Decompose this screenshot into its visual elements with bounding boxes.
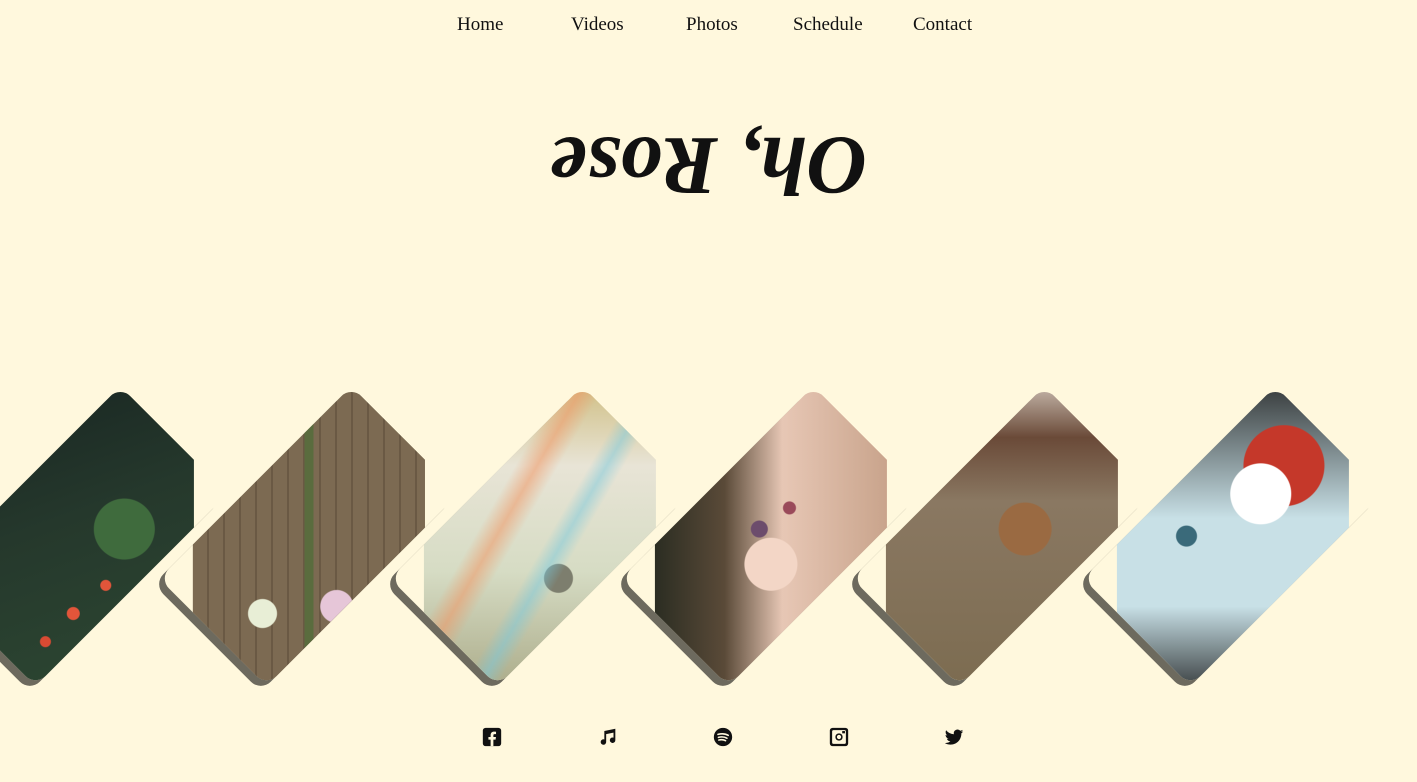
nav-schedule-link[interactable]: Schedule <box>793 14 863 36</box>
twitter-icon[interactable] <box>943 726 965 748</box>
nav-photos-link[interactable]: Photos <box>686 14 738 36</box>
main-nav: Home Videos Photos Schedule Contact <box>0 14 1417 42</box>
tile-image <box>0 386 228 686</box>
social-links <box>0 726 1417 750</box>
music-note-icon[interactable] <box>597 726 619 748</box>
facebook-icon[interactable] <box>481 726 503 748</box>
nav-contact-link[interactable]: Contact <box>913 14 972 36</box>
photo-gallery <box>0 368 1417 686</box>
site-title: Oh, Rose <box>549 119 868 212</box>
nav-home-link[interactable]: Home <box>457 14 503 36</box>
nav-videos-link[interactable]: Videos <box>571 14 624 36</box>
spotify-icon[interactable] <box>712 726 734 748</box>
gallery-tile-illustration[interactable] <box>1116 368 1403 686</box>
instagram-icon[interactable] <box>828 726 850 748</box>
